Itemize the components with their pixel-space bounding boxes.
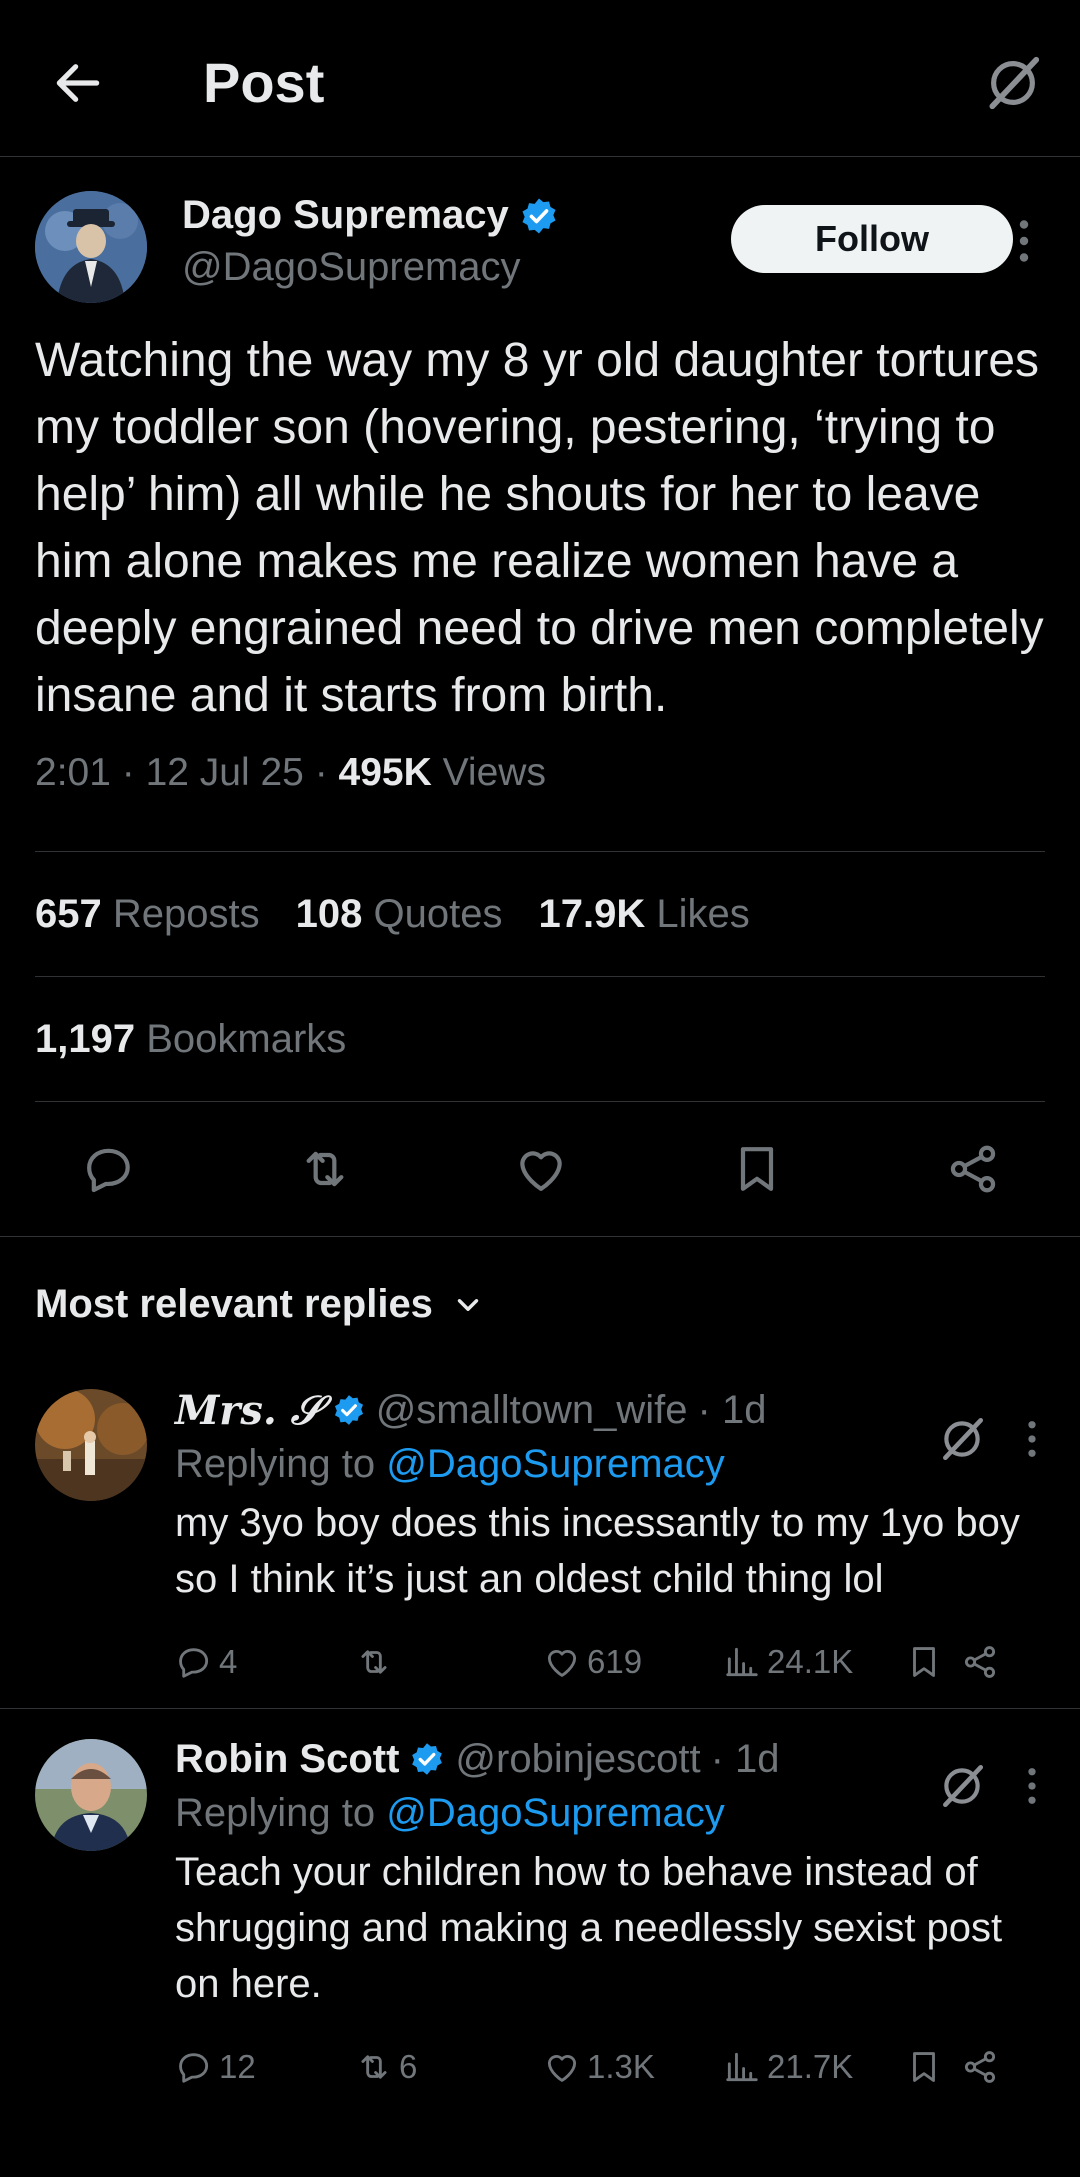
share-icon[interactable] <box>961 1643 999 1681</box>
reply-text: Teach your children how to behave instea… <box>175 1850 1003 2006</box>
avatar[interactable] <box>35 1739 147 1851</box>
reply-count: 4 <box>219 1643 238 1680</box>
follow-button[interactable]: Follow <box>731 205 1013 273</box>
views-count: 21.7K <box>767 2048 854 2085</box>
verified-badge-icon <box>522 198 556 233</box>
post-time: 2:01 <box>35 751 111 794</box>
reply-item[interactable]: Mrs. 𝒮 @smalltown_wife · 1d Replying to … <box>0 1372 1080 1709</box>
quotes-stat[interactable]: 108 Quotes <box>296 892 503 937</box>
verified-badge-icon <box>412 1743 443 1775</box>
like-button[interactable]: 619 <box>543 1643 642 1681</box>
post-action-bar <box>35 1102 1045 1236</box>
reply-author-handle[interactable]: @smalltown_wife <box>376 1388 688 1433</box>
author-handle[interactable]: @DagoSupremacy <box>182 245 521 290</box>
like-icon <box>547 2055 577 2082</box>
reply-action-bar: 12 6 1.3K 21.7K <box>175 2022 1045 2112</box>
reply-button[interactable]: 4 <box>175 1643 237 1681</box>
reply-header: Robin Scott @robinjescott · 1d <box>175 1709 1045 1787</box>
grok-icon[interactable] <box>937 1761 987 1811</box>
replying-to-handle[interactable]: @DagoSupremacy <box>386 1442 725 1486</box>
views-count: 495K <box>338 751 432 794</box>
more-icon[interactable] <box>1026 1420 1038 1458</box>
replying-to: Replying to @DagoSupremacy <box>175 1442 725 1486</box>
views-count: 24.1K <box>767 1643 854 1680</box>
reposts-stat[interactable]: 657 Reposts <box>35 892 260 937</box>
avatar[interactable] <box>35 191 147 303</box>
reply-icon <box>179 1648 209 1678</box>
reply-count: 12 <box>219 2048 256 2085</box>
repost-icon <box>361 2055 387 2079</box>
likes-stat[interactable]: 17.9K Likes <box>538 892 749 937</box>
reply-item[interactable]: Robin Scott @robinjescott · 1d Replying … <box>0 1709 1080 2129</box>
reply-text: my 3yo boy does this incessantly to my 1… <box>175 1501 1020 1601</box>
page-title: Post <box>203 51 325 114</box>
views-button[interactable]: 21.7K <box>723 2048 853 2086</box>
reply-age: · 1d <box>710 1736 780 1781</box>
reply-header: Mrs. 𝒮 @smalltown_wife · 1d <box>175 1372 1045 1438</box>
grok-icon[interactable] <box>982 52 1044 114</box>
post-author-row: Dago Supremacy @DagoSupremacy Follow <box>35 157 1045 312</box>
main-post: Dago Supremacy @DagoSupremacy Follow Wat… <box>0 157 1080 1236</box>
author-name-row: Dago Supremacy <box>182 193 559 238</box>
views-icon <box>726 1647 758 1677</box>
reply-age: · 1d <box>697 1387 767 1432</box>
top-bar: Post <box>0 0 1080 157</box>
bookmark-icon[interactable] <box>905 1643 943 1681</box>
repost-count: 6 <box>399 2048 418 2085</box>
bookmark-icon[interactable] <box>905 2048 943 2086</box>
views-button[interactable]: 24.1K <box>723 1643 853 1681</box>
repost-icon[interactable] <box>297 1141 353 1197</box>
replying-to: Replying to @DagoSupremacy <box>175 1791 725 1835</box>
more-icon[interactable] <box>1026 1767 1038 1805</box>
post-date: 12 Jul 25 <box>145 751 304 794</box>
replies-sort-dropdown[interactable]: Most relevant replies <box>0 1237 1080 1372</box>
chevron-down-icon <box>457 1298 479 1311</box>
reply-icon <box>179 2053 209 2083</box>
like-icon <box>547 1650 577 1677</box>
replying-to-handle[interactable]: @DagoSupremacy <box>386 1791 725 1835</box>
bookmark-icon[interactable] <box>729 1141 785 1197</box>
verified-badge-icon <box>334 1395 363 1425</box>
like-count: 619 <box>587 1643 643 1680</box>
share-icon[interactable] <box>945 1141 1001 1197</box>
post-text: Watching the way my 8 yr old daughter to… <box>35 334 1044 722</box>
like-count: 1.3K <box>587 2048 655 2085</box>
repost-button[interactable] <box>355 1643 399 1681</box>
repost-icon <box>361 1650 387 1674</box>
views-label: Views <box>442 751 546 794</box>
author-name[interactable]: Dago Supremacy <box>182 193 509 238</box>
reply-button[interactable]: 12 <box>175 2048 256 2086</box>
more-icon[interactable] <box>1017 219 1031 263</box>
reply-author-name[interactable]: Robin Scott <box>175 1737 399 1782</box>
reply-icon[interactable] <box>81 1141 137 1197</box>
bookmarks-stat[interactable]: 1,197 Bookmarks <box>35 977 1045 1101</box>
avatar[interactable] <box>35 1389 147 1501</box>
replies-sort-label: Most relevant replies <box>35 1282 433 1326</box>
reply-author-handle[interactable]: @robinjescott <box>455 1737 700 1782</box>
like-button[interactable]: 1.3K <box>543 2048 655 2086</box>
like-icon[interactable] <box>513 1141 569 1197</box>
reply-author-name[interactable]: Mrs. 𝒮 <box>175 1387 322 1434</box>
share-icon[interactable] <box>961 2048 999 2086</box>
back-arrow-icon[interactable] <box>50 55 106 111</box>
post-stats: 657 Reposts 108 Quotes 17.9K Likes <box>35 852 1045 976</box>
grok-icon[interactable] <box>937 1414 987 1464</box>
repost-button[interactable]: 6 <box>355 2048 417 2086</box>
views-icon <box>726 2052 758 2082</box>
reply-action-bar: 4 619 24.1K <box>175 1617 1045 1707</box>
post-meta: 2:01 · 12 Jul 25 · 495K Views <box>35 751 546 794</box>
